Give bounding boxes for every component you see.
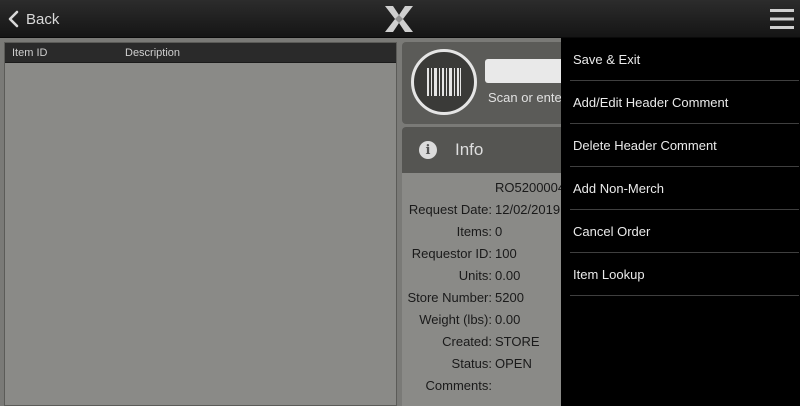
hamburger-menu-icon[interactable]	[770, 8, 794, 30]
info-label: Comments:	[425, 378, 492, 393]
info-label: Created:	[442, 334, 492, 349]
xstore-logo-icon	[385, 6, 413, 32]
info-value: 0.00	[495, 312, 521, 327]
menu-item-label: Add Non-Merch	[573, 181, 665, 196]
info-label: Requestor ID:	[411, 246, 492, 261]
info-label: Store Number:	[407, 290, 492, 305]
menu-item-label: Cancel Order	[573, 224, 651, 239]
scan-hint: Scan or enter	[488, 90, 567, 105]
info-icon: i	[419, 141, 437, 159]
menu-item-delete-header-comment[interactable]: Delete Header Comment	[570, 124, 799, 167]
info-label: Items:	[456, 224, 492, 239]
back-button[interactable]: Back	[6, 8, 59, 30]
menu-item-label: Delete Header Comment	[573, 138, 717, 153]
back-label: Back	[26, 10, 60, 28]
barcode-icon	[427, 68, 461, 96]
top-bar: Back	[0, 0, 800, 38]
info-title: Info	[455, 140, 484, 159]
item-grid: Item ID Description	[4, 42, 397, 406]
menu-item-label: Item Lookup	[573, 267, 645, 282]
info-value: 0.00	[495, 268, 521, 283]
chevron-left-icon	[8, 10, 19, 28]
info-value: STORE	[495, 334, 540, 349]
info-label: Status:	[451, 356, 492, 371]
menu-item-label: Add/Edit Header Comment	[573, 95, 729, 110]
order-id-value: RO5200004	[495, 180, 566, 195]
column-header-description[interactable]: Description	[125, 47, 180, 59]
info-value: OPEN	[495, 356, 532, 371]
info-value: 12/02/2019	[495, 202, 561, 217]
info-label: Request Date:	[408, 202, 492, 217]
menu-item-add-edit-header-comment[interactable]: Add/Edit Header Comment	[570, 81, 799, 124]
column-header-item-id[interactable]: Item ID	[12, 47, 47, 59]
info-value: 100	[495, 246, 517, 261]
info-value: 0	[495, 224, 503, 239]
menu-item-item-lookup[interactable]: Item Lookup	[570, 253, 799, 296]
grid-header: Item ID Description	[5, 43, 396, 63]
info-label: Units:	[458, 268, 492, 283]
menu-item-add-non-merch[interactable]: Add Non-Merch	[570, 167, 799, 210]
info-label: Weight (lbs):	[419, 312, 492, 327]
info-value: 5200	[495, 290, 524, 305]
barcode-button[interactable]	[411, 49, 477, 115]
menu-item-label: Save & Exit	[573, 52, 641, 67]
menu-item-cancel-order[interactable]: Cancel Order	[570, 210, 799, 253]
side-menu: Save & Exit Add/Edit Header Comment Dele…	[561, 38, 800, 406]
menu-item-save-exit[interactable]: Save & Exit	[570, 38, 799, 81]
